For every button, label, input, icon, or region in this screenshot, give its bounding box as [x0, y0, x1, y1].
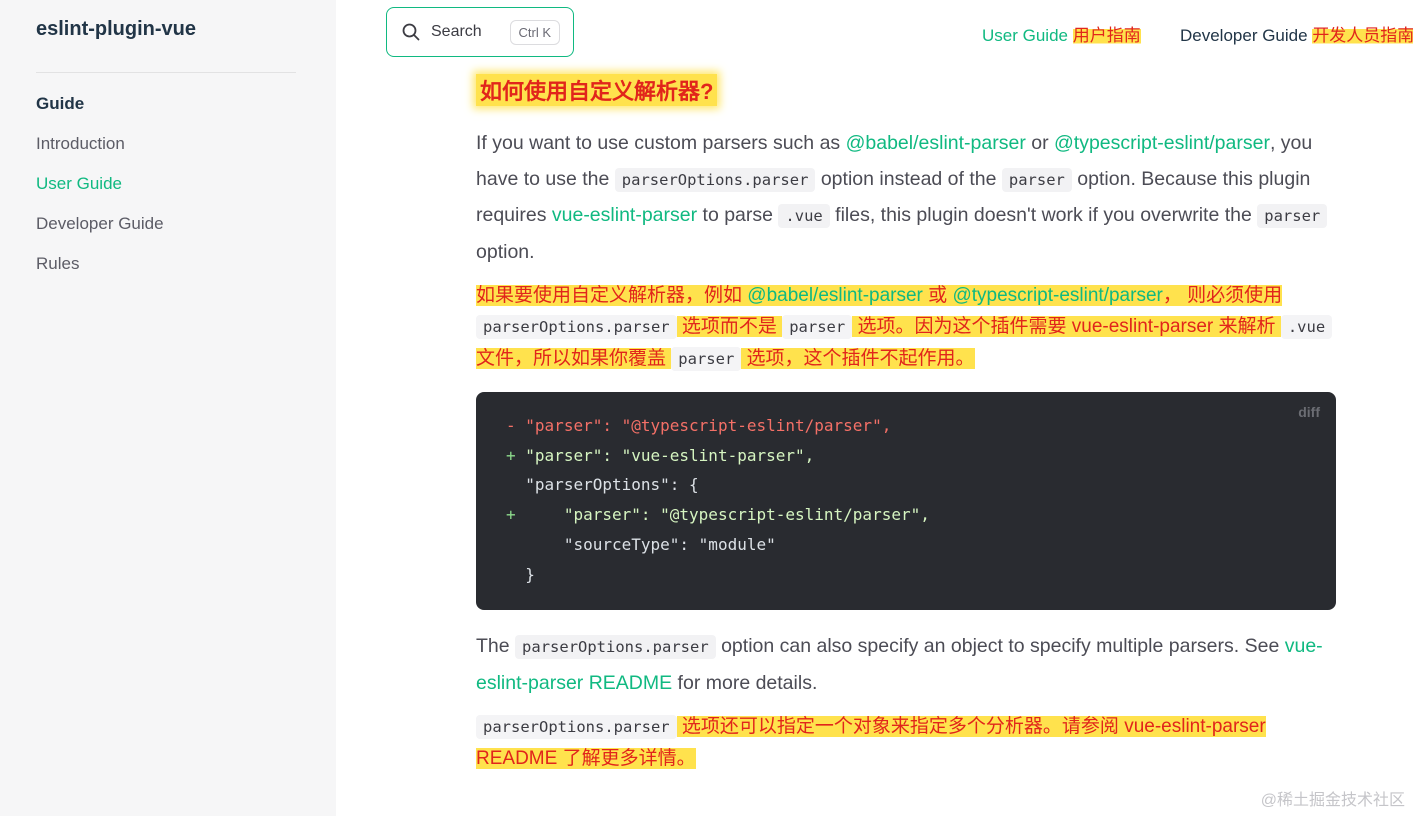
text: The — [476, 635, 516, 657]
paragraph-custom-parsers: If you want to use custom parsers such a… — [476, 126, 1336, 270]
translation-paragraph-2: parserOptions.parser 选项还可以指定一个对象来指定多个分析器… — [476, 711, 1346, 774]
code-text: "parser": "@typescript-eslint/parser", — [525, 416, 892, 435]
text: 文件，所以如果你覆盖 — [476, 348, 672, 369]
diff-mark — [506, 475, 516, 494]
inline-code: parser — [671, 347, 742, 371]
code-line: } — [506, 565, 535, 584]
text: to parse — [697, 204, 779, 226]
text: 选项而不是 — [676, 316, 783, 337]
text: 或 — [922, 285, 953, 306]
inline-code: parserOptions.parser — [476, 315, 677, 339]
nav-developer-guide[interactable]: Developer Guide 开发人员指南 — [1180, 21, 1413, 46]
nav-user-guide[interactable]: User Guide 用户指南 — [982, 21, 1141, 46]
text: option instead of the — [815, 167, 1002, 190]
code-language-label: diff — [1298, 404, 1320, 420]
translation-paragraph-1: 如果要使用自定义解析器，例如 @babel/eslint-parser 或 @t… — [476, 280, 1346, 375]
text: option can also specify an object to spe… — [715, 635, 1285, 657]
sidebar-section-guide: Guide — [36, 94, 85, 113]
search-button[interactable]: Search Ctrl K — [386, 7, 574, 57]
code-line-added: + "parser": "vue-eslint-parser", — [506, 446, 814, 465]
text: files, this plugin doesn't work if you o… — [829, 204, 1258, 226]
link-babel-eslint-parser[interactable]: @babel/eslint-parser — [846, 132, 1026, 154]
text: 如果要使用自定义解析器，例如 — [476, 285, 748, 306]
code-line-removed: - "parser": "@typescript-eslint/parser", — [506, 416, 891, 435]
inline-code: parserOptions.parser — [476, 715, 677, 739]
text: 选项，这个插件不起作用。 — [741, 348, 975, 369]
sidebar: eslint-plugin-vue Guide Introduction Use… — [0, 0, 336, 816]
link-typescript-eslint-parser[interactable]: @typescript-eslint/parser — [1054, 132, 1270, 154]
text: option. — [476, 240, 535, 263]
inline-code: parser — [1257, 204, 1328, 228]
diff-mark: + — [506, 505, 516, 524]
code-line: "parserOptions": { — [506, 475, 699, 494]
text: or — [1025, 132, 1054, 154]
link-babel-eslint-parser-zh[interactable]: @babel/eslint-parser — [747, 285, 923, 306]
watermark: @稀土掘金技术社区 — [1260, 792, 1405, 809]
sidebar-item-user-guide[interactable]: User Guide — [36, 174, 122, 194]
site-title[interactable]: eslint-plugin-vue — [36, 18, 196, 41]
inline-code: parserOptions.parser — [515, 635, 716, 659]
text: 选项。因为这个插件需要 vue-eslint-parser 来解析 — [852, 316, 1281, 337]
nav-developer-guide-translation: 开发人员指南 — [1312, 26, 1413, 45]
inline-code: .vue — [1280, 315, 1333, 339]
inline-code: parserOptions.parser — [614, 167, 816, 192]
inline-code: parser — [782, 315, 853, 339]
nav-user-guide-label: User Guide — [982, 26, 1068, 45]
section-heading: 如何使用自定义解析器? — [476, 74, 718, 106]
nav-user-guide-translation: 用户指南 — [1072, 26, 1141, 45]
diff-mark: - — [506, 416, 516, 435]
sidebar-divider — [36, 72, 296, 73]
link-vue-eslint-parser[interactable]: vue-eslint-parser — [552, 204, 697, 226]
diff-mark: + — [506, 446, 516, 465]
code-text: "sourceType": "module" — [525, 535, 776, 554]
sidebar-item-rules[interactable]: Rules — [36, 254, 79, 274]
sidebar-item-introduction[interactable]: Introduction — [36, 134, 125, 154]
diff-mark — [506, 535, 516, 554]
diff-mark — [506, 565, 516, 584]
sidebar-item-developer-guide[interactable]: Developer Guide — [36, 214, 164, 234]
search-shortcut-badge: Ctrl K — [509, 20, 560, 45]
code-text: "parser": "vue-eslint-parser", — [525, 446, 815, 465]
text: If you want to use custom parsers such a… — [476, 132, 846, 154]
nav-developer-guide-label: Developer Guide — [1180, 26, 1308, 45]
code-block-diff: diff - "parser": "@typescript-eslint/par… — [476, 392, 1336, 610]
code-line-added: + "parser": "@typescript-eslint/parser", — [506, 505, 930, 524]
code-text: "parserOptions": { — [525, 475, 699, 494]
code-text: "parser": "@typescript-eslint/parser", — [525, 505, 930, 524]
text: ， 则必须使用 — [1162, 285, 1283, 306]
paragraph-multiple-parsers: The parserOptions.parser option can also… — [476, 629, 1336, 701]
link-typescript-eslint-parser-zh[interactable]: @typescript-eslint/parser — [952, 285, 1162, 306]
search-label: Search — [431, 23, 482, 40]
code-text: } — [525, 565, 535, 584]
code-line: "sourceType": "module" — [506, 535, 776, 554]
text: for more details. — [672, 671, 818, 694]
inline-code: parser — [1001, 167, 1072, 192]
inline-code: .vue — [778, 204, 830, 228]
search-icon — [402, 23, 420, 41]
